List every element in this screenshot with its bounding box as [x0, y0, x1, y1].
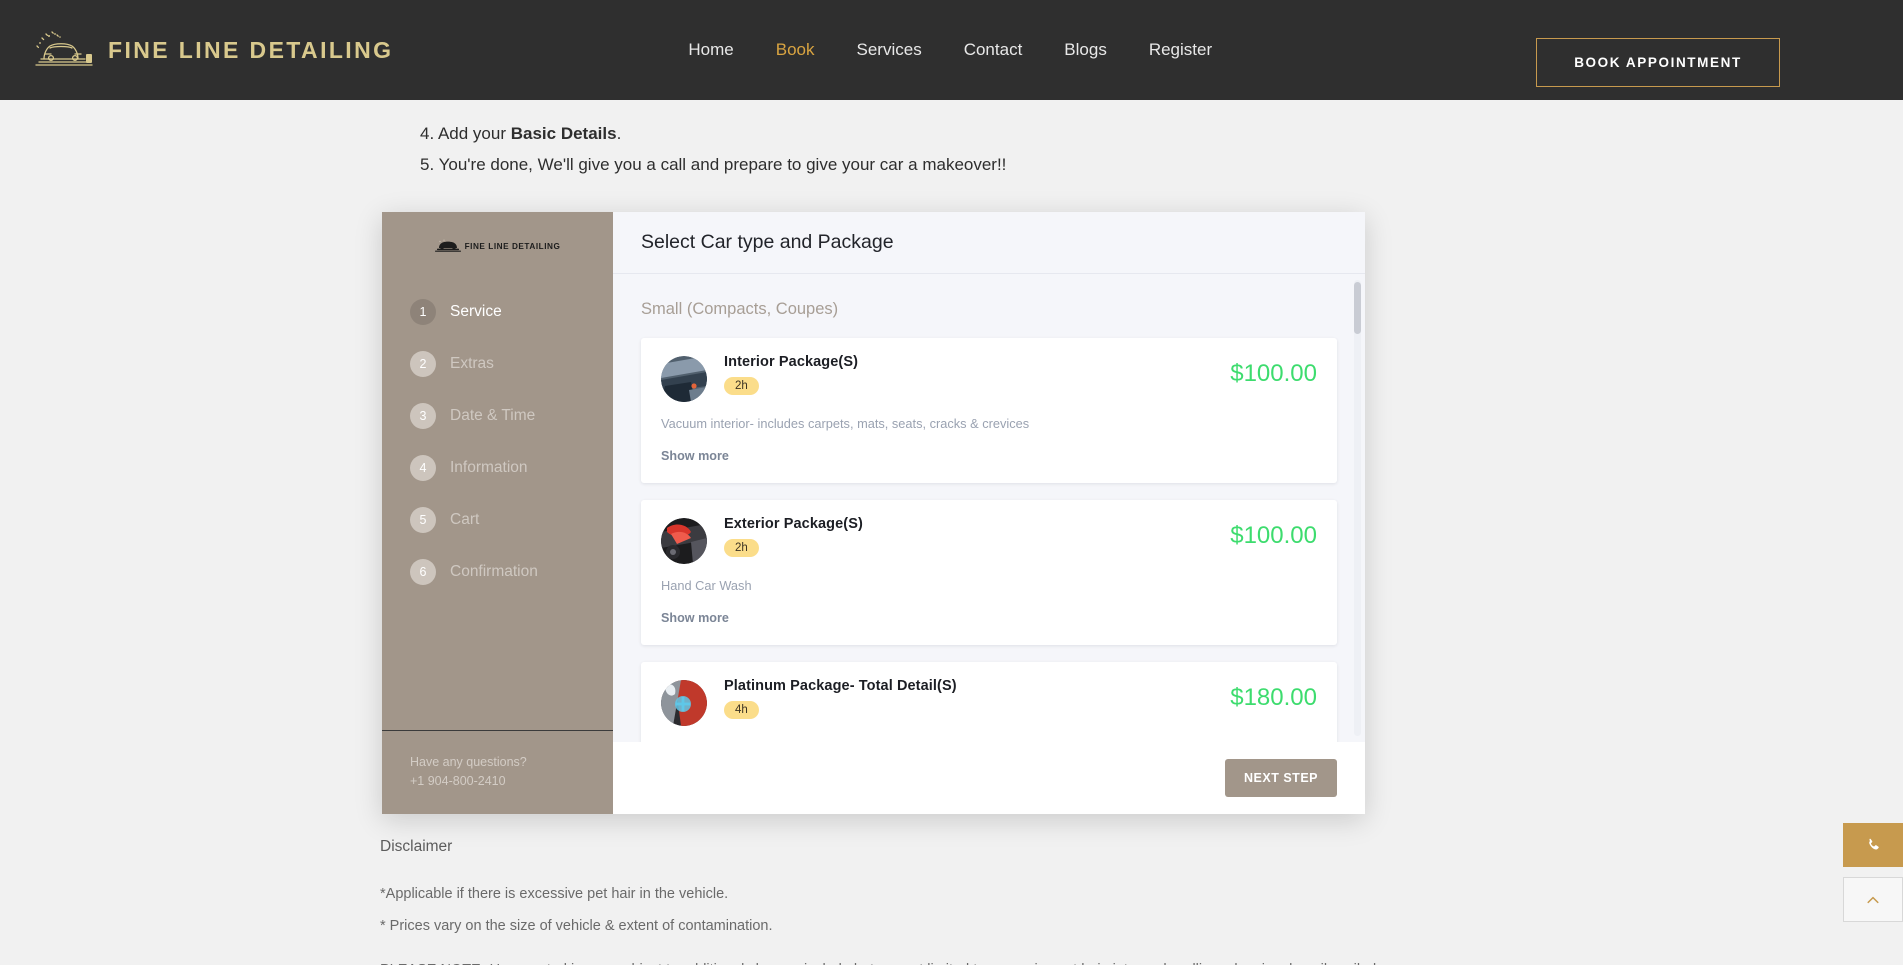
howto-bold: Basic Details	[510, 124, 617, 143]
step-label: Service	[450, 303, 502, 320]
service-card-top: Exterior Package(S) 2h $100.00	[661, 516, 1317, 564]
service-card[interactable]: Exterior Package(S) 2h $100.00 Hand Car …	[641, 500, 1337, 645]
howto-prefix: 5. You're done, We'll give you a call an…	[420, 155, 1007, 174]
step-label: Cart	[450, 511, 480, 528]
service-card-top: Interior Package(S) 2h $100.00	[661, 354, 1317, 402]
car-wash-photo-icon	[661, 518, 707, 564]
howto-list: 4. Add your Basic Details. 5. You're don…	[420, 118, 1903, 180]
nav-item-blogs[interactable]: Blogs	[1064, 40, 1107, 60]
brand-logo-link[interactable]: FINE LINE DETAILING	[28, 27, 393, 73]
service-card-meta: Interior Package(S) 2h	[724, 354, 1214, 395]
booking-panel-header: Select Car type and Package	[613, 212, 1365, 274]
booking-steps: 1 Service 2 Extras 3 Date & Time 4 Infor…	[382, 286, 613, 730]
disclaimer-note: PLEASE NOTE- Unexpected issues subject t…	[380, 954, 1780, 965]
booking-panel-footer: NEXT STEP	[613, 742, 1365, 814]
main-nav: Home Book Services Contact Blogs Registe…	[688, 40, 1212, 60]
scrollbar-thumb[interactable]	[1354, 282, 1361, 334]
nav-item-book[interactable]: Book	[776, 40, 815, 60]
site-header: FINE LINE DETAILING Home Book Services C…	[0, 0, 1903, 100]
floating-action-stack	[1843, 823, 1903, 922]
next-step-button[interactable]: NEXT STEP	[1225, 759, 1337, 797]
show-more-link[interactable]: Show more	[661, 611, 729, 625]
service-duration-badge: 2h	[724, 539, 759, 557]
step-number: 3	[410, 403, 436, 429]
service-duration-badge: 4h	[724, 701, 759, 719]
call-button[interactable]	[1843, 823, 1903, 867]
car-interior-photo-icon	[661, 356, 707, 402]
car-logo-icon	[28, 27, 98, 73]
booking-step-cart[interactable]: 5 Cart	[382, 494, 613, 546]
questions-label: Have any questions?	[410, 755, 527, 769]
chevron-up-icon	[1865, 892, 1881, 908]
service-card-top: Platinum Package- Total Detail(S) 4h $18…	[661, 678, 1317, 726]
booking-step-information[interactable]: 4 Information	[382, 442, 613, 494]
sidebar-contact: Have any questions? +1 904-800-2410	[382, 730, 613, 814]
phone-icon	[1865, 837, 1882, 854]
booking-step-date-time[interactable]: 3 Date & Time	[382, 390, 613, 442]
step-label: Date & Time	[450, 407, 536, 424]
howto-prefix: 4. Add your	[420, 124, 511, 143]
nav-item-register[interactable]: Register	[1149, 40, 1212, 60]
service-title: Exterior Package(S)	[724, 516, 863, 532]
service-price: $100.00	[1230, 522, 1317, 549]
service-price: $100.00	[1230, 360, 1317, 387]
sidebar-logo: FINE LINE DETAILING	[434, 239, 561, 253]
contact-phone[interactable]: +1 904-800-2410	[410, 772, 613, 791]
disclaimer-section: Disclaimer *Applicable if there is exces…	[380, 838, 1780, 965]
booking-main-panel: Select Car type and Package Small (Compa…	[613, 212, 1365, 814]
step-number: 1	[410, 299, 436, 325]
service-list: Small (Compacts, Coupes) Interior Packag…	[641, 274, 1337, 742]
service-duration-badge: 2h	[724, 377, 759, 395]
booking-step-extras[interactable]: 2 Extras	[382, 338, 613, 390]
disclaimer-title: Disclaimer	[380, 838, 453, 855]
nav-item-home[interactable]: Home	[688, 40, 733, 60]
disclaimer-line: *Applicable if there is excessive pet ha…	[380, 886, 729, 902]
nav-item-contact[interactable]: Contact	[964, 40, 1023, 60]
panel-title: Select Car type and Package	[641, 231, 894, 253]
nav-item-services[interactable]: Services	[857, 40, 922, 60]
step-label: Extras	[450, 355, 494, 372]
service-card-meta: Exterior Package(S) 2h	[724, 516, 1214, 557]
sidebar-logo-text: FINE LINE DETAILING	[464, 241, 561, 251]
step-number: 2	[410, 351, 436, 377]
category-label: Small (Compacts, Coupes)	[641, 300, 839, 318]
service-card-meta: Platinum Package- Total Detail(S) 4h	[724, 678, 1214, 719]
step-number: 5	[410, 507, 436, 533]
booking-step-confirmation[interactable]: 6 Confirmation	[382, 546, 613, 598]
page-root: 4. Add your Basic Details. 5. You're don…	[0, 0, 1903, 965]
booking-step-service[interactable]: 1 Service	[382, 286, 613, 338]
disclaimer-line: * Prices vary on the size of vehicle & e…	[380, 918, 773, 934]
service-title: Platinum Package- Total Detail(S)	[724, 678, 957, 694]
booking-widget: FINE LINE DETAILING 1 Service 2 Extras 3…	[382, 212, 1365, 814]
car-detail-photo-icon	[661, 680, 707, 726]
howto-item: 4. Add your Basic Details.	[420, 118, 1903, 149]
service-card[interactable]: Platinum Package- Total Detail(S) 4h $18…	[641, 662, 1337, 742]
step-label: Confirmation	[450, 563, 538, 580]
howto-item: 5. You're done, We'll give you a call an…	[420, 149, 1903, 180]
booking-sidebar: FINE LINE DETAILING 1 Service 2 Extras 3…	[382, 212, 613, 814]
service-list-scroll-area: Small (Compacts, Coupes) Interior Packag…	[613, 274, 1365, 742]
scroll-to-top-button[interactable]	[1843, 877, 1903, 922]
step-number: 4	[410, 455, 436, 481]
show-more-link[interactable]: Show more	[661, 449, 729, 463]
service-price: $180.00	[1230, 684, 1317, 711]
service-description: Hand Car Wash	[661, 578, 752, 593]
step-label: Information	[450, 459, 528, 476]
service-list-scrollbar[interactable]	[1354, 280, 1361, 736]
book-appointment-button[interactable]: BOOK APPOINTMENT	[1536, 38, 1780, 87]
howto-suffix: .	[616, 124, 622, 143]
service-description: Vacuum interior- includes carpets, mats,…	[661, 416, 1030, 431]
service-card[interactable]: Interior Package(S) 2h $100.00 Vacuum in…	[641, 338, 1337, 483]
service-title: Interior Package(S)	[724, 354, 859, 370]
brand-name: FINE LINE DETAILING	[108, 36, 394, 63]
step-number: 6	[410, 559, 436, 585]
car-logo-icon	[434, 239, 461, 253]
